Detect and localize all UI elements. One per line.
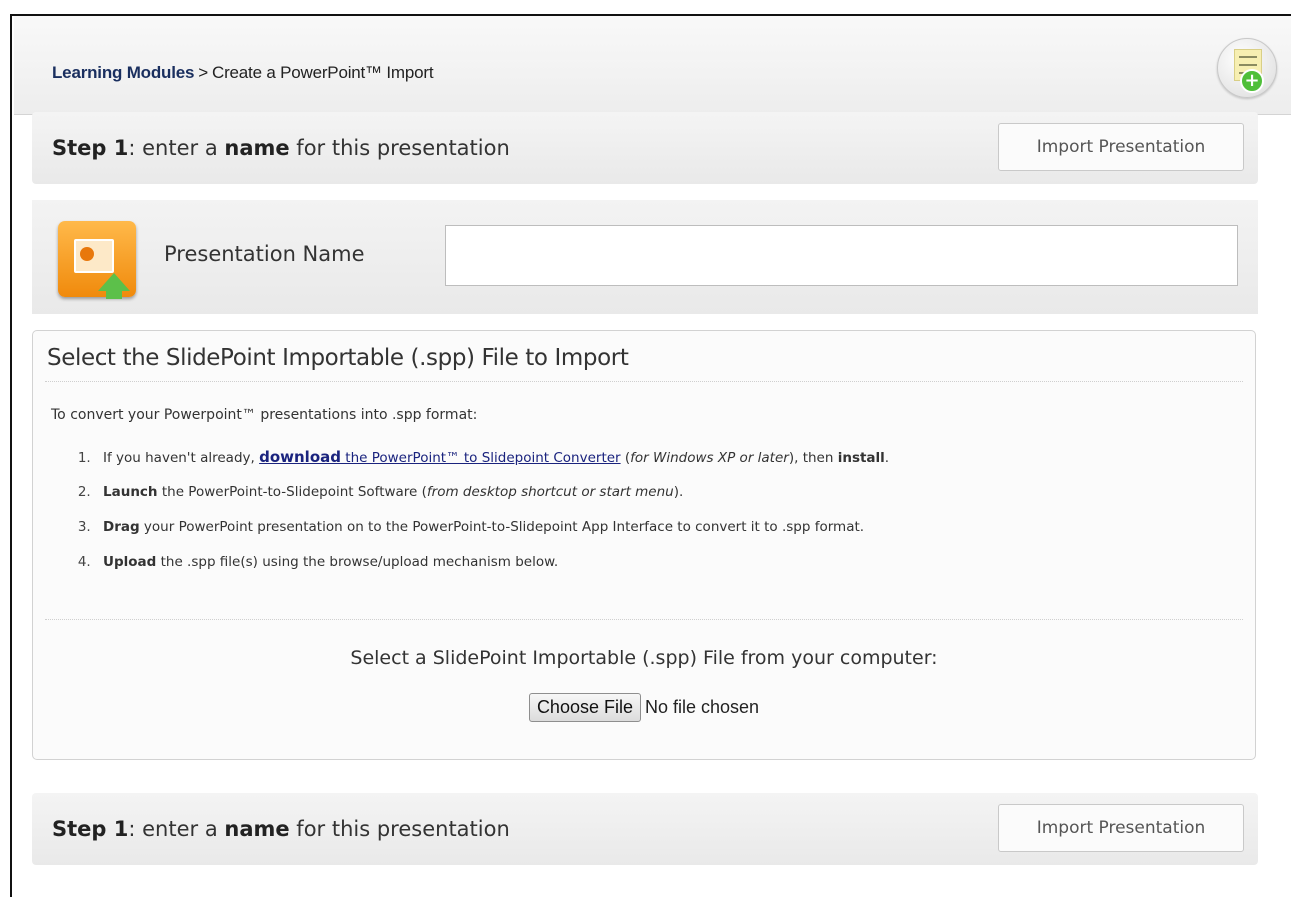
step-text-bold: name: [224, 817, 290, 841]
download-converter-link[interactable]: download the PowerPoint™ to Slidepoint C…: [259, 448, 621, 466]
step-number: Step 1: [52, 136, 129, 160]
step-text-part: for this presentation: [289, 817, 510, 841]
step-text-bold: Upload: [103, 554, 157, 570]
step-text-bold: install: [837, 450, 885, 466]
step-text-part: : enter a: [128, 817, 225, 841]
file-input-row: Choose File No file chosen: [33, 693, 1255, 722]
step-bar-bottom: Step 1: enter a name for this presentati…: [32, 793, 1258, 865]
select-file-label: Select a SlidePoint Importable (.spp) Fi…: [350, 647, 938, 669]
plus-icon: +: [1240, 69, 1264, 93]
step-text-italic: from desktop shortcut or start menu: [426, 484, 674, 500]
breadcrumb-learning-modules[interactable]: Learning Modules: [52, 63, 194, 82]
step-text-part: : enter a: [128, 136, 225, 160]
step-heading: Step 1: enter a name for this presentati…: [52, 817, 510, 841]
powerpoint-import-icon: [58, 221, 136, 299]
step-text-part: ).: [673, 484, 684, 500]
list-item: Upload the .spp file(s) using the browse…: [95, 550, 889, 585]
breadcrumb-separator: >: [198, 63, 208, 82]
add-note-icon[interactable]: +: [1217, 38, 1277, 98]
step-heading: Step 1: enter a name for this presentati…: [52, 136, 510, 160]
breadcrumb-current: Create a PowerPoint™ Import: [212, 63, 434, 82]
step-text-part: your PowerPoint presentation on to the P…: [139, 519, 865, 535]
divider: [45, 619, 1243, 620]
download-link-bold: download: [259, 448, 341, 466]
step-text-italic: for Windows XP or later: [630, 450, 789, 466]
divider: [45, 381, 1243, 382]
import-presentation-button[interactable]: Import Presentation: [998, 123, 1244, 171]
download-link-text: the PowerPoint™ to Slidepoint Converter: [340, 450, 621, 466]
list-item: Drag your PowerPoint presentation on to …: [95, 515, 889, 550]
step-bar-top: Step 1: enter a name for this presentati…: [32, 112, 1258, 184]
choose-file-button[interactable]: Choose File: [528, 693, 641, 722]
conversion-steps: If you haven't already, download the Pow…: [63, 445, 889, 585]
step-text-part: .: [884, 450, 890, 466]
list-item: If you haven't already, download the Pow…: [95, 445, 889, 480]
select-file-title: Select the SlidePoint Importable (.spp) …: [47, 345, 629, 371]
breadcrumb: Learning Modules > Create a PowerPoint™ Im…: [52, 63, 434, 83]
step-text-part: ), then: [788, 450, 838, 466]
presentation-name-input[interactable]: [445, 225, 1238, 286]
select-file-panel: Select the SlidePoint Importable (.spp) …: [32, 330, 1256, 760]
page-header: Learning Modules > Create a PowerPoint™ Im…: [14, 16, 1291, 115]
step-text-bold: Drag: [103, 519, 140, 535]
import-presentation-button[interactable]: Import Presentation: [998, 804, 1244, 852]
convert-intro: To convert your Powerpoint™ presentation…: [51, 407, 478, 423]
presentation-name-label: Presentation Name: [164, 242, 365, 266]
step-text-bold: name: [224, 136, 290, 160]
step-text-part: the .spp file(s) using the browse/upload…: [156, 554, 559, 570]
step-text-part: for this presentation: [289, 136, 510, 160]
no-file-chosen-text: No file chosen: [644, 697, 760, 717]
step-number: Step 1: [52, 817, 129, 841]
presentation-name-panel: Presentation Name: [32, 200, 1258, 314]
step-text-part: (: [620, 450, 631, 466]
step-text-bold: Launch: [103, 484, 158, 500]
list-item: Launch the PowerPoint-to-Slidepoint Soft…: [95, 480, 889, 515]
step-text-part: the PowerPoint-to-Slidepoint Software (: [157, 484, 427, 500]
step-text-part: If you haven't already,: [103, 450, 260, 466]
